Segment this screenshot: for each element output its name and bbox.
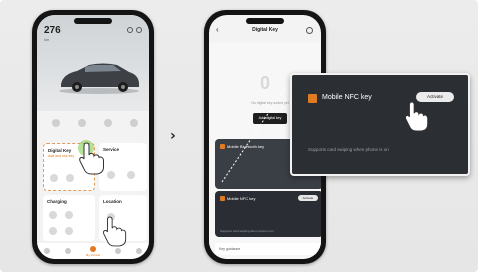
nfc-key-title: Mobile NFC key bbox=[227, 196, 256, 201]
phone-home-screen: 276 km Digital Key Add and use key Servi… bbox=[32, 10, 154, 264]
callout-title: Mobile NFC key bbox=[322, 94, 372, 101]
nfc-key-callout: Mobile NFC key Activate Supports card sw… bbox=[290, 73, 470, 176]
nfc-key-card[interactable]: Mobile NFC key Activate Supports card sw… bbox=[215, 191, 321, 237]
nfc-key-description: Supports card swiping when phone is on bbox=[220, 229, 274, 233]
digital-key-title: Digital Key bbox=[48, 148, 72, 153]
explore-icon bbox=[65, 247, 72, 254]
screen-title: Digital Key bbox=[252, 27, 278, 33]
share-icon bbox=[66, 174, 74, 182]
camera-notch bbox=[74, 18, 112, 24]
timer-icon bbox=[49, 227, 57, 235]
header-icons bbox=[127, 27, 142, 33]
trunk-icon bbox=[104, 119, 112, 127]
map-pin-icon bbox=[65, 227, 73, 235]
screen-header: ‹ Digital Key bbox=[209, 25, 321, 41]
settings-icon[interactable] bbox=[136, 27, 142, 33]
quick-action-trunk[interactable] bbox=[104, 119, 112, 129]
quick-actions bbox=[43, 115, 147, 133]
key-icon bbox=[50, 174, 58, 182]
shop-icon bbox=[114, 247, 121, 254]
vehicle-header: 276 km bbox=[37, 15, 149, 111]
quick-action-climate[interactable] bbox=[78, 119, 86, 129]
range-unit: km bbox=[44, 37, 50, 42]
callout-description: Supports card swiping when phone is on bbox=[308, 147, 389, 152]
nav-my-vehicle[interactable]: My Vehicle bbox=[86, 245, 100, 257]
plug-icon bbox=[49, 211, 57, 219]
location-title: Location bbox=[103, 199, 122, 204]
battery-icon bbox=[65, 211, 73, 219]
camera-notch bbox=[246, 18, 284, 24]
nav-explore[interactable] bbox=[65, 247, 72, 255]
quick-action-windows[interactable] bbox=[130, 119, 138, 129]
profile-icon bbox=[135, 247, 142, 254]
range-value: 276 bbox=[44, 25, 61, 36]
next-step-chevron-icon: › bbox=[170, 128, 176, 144]
quick-action-lock[interactable] bbox=[52, 119, 60, 129]
nav-shop[interactable] bbox=[114, 247, 121, 255]
service-card[interactable]: Service bbox=[99, 143, 147, 191]
key-guidance-label: Key guidance bbox=[219, 247, 241, 251]
nfc-key-icon bbox=[220, 196, 225, 201]
nav-profile[interactable] bbox=[135, 247, 142, 255]
instruction-panel: 276 km Digital Key Add and use key Servi… bbox=[0, 0, 478, 272]
car-image bbox=[59, 63, 139, 94]
nav-home[interactable] bbox=[44, 247, 51, 255]
settings-icon[interactable] bbox=[306, 27, 313, 34]
add-key-button[interactable]: Add digital key bbox=[253, 113, 287, 124]
digital-key-subtitle: Add and use key bbox=[48, 154, 75, 158]
key-guidance-row[interactable]: Key guidance bbox=[215, 243, 321, 255]
bottom-nav: My Vehicle bbox=[37, 243, 149, 259]
bluetooth-key-icon bbox=[220, 144, 225, 149]
car-icon bbox=[89, 245, 96, 252]
fan-icon bbox=[78, 119, 86, 127]
message-icon[interactable] bbox=[127, 27, 133, 33]
calendar-icon bbox=[127, 171, 135, 179]
charging-title: Charging bbox=[47, 199, 67, 204]
window-icon bbox=[130, 119, 138, 127]
bluetooth-key-title: Mobile Bluetooth key bbox=[227, 144, 265, 149]
home-icon bbox=[44, 247, 51, 254]
nfc-activate-button[interactable]: Activate bbox=[298, 195, 318, 201]
tap-hand-icon-callout bbox=[404, 101, 429, 132]
charging-card[interactable]: Charging bbox=[43, 195, 95, 241]
tap-hand-icon bbox=[78, 140, 104, 175]
tap-hand-icon-nav bbox=[102, 216, 127, 247]
nfc-key-icon bbox=[308, 94, 317, 103]
wrench-icon bbox=[107, 171, 115, 179]
lock-icon bbox=[52, 119, 60, 127]
home-screen: 276 km Digital Key Add and use key Servi… bbox=[37, 15, 149, 259]
